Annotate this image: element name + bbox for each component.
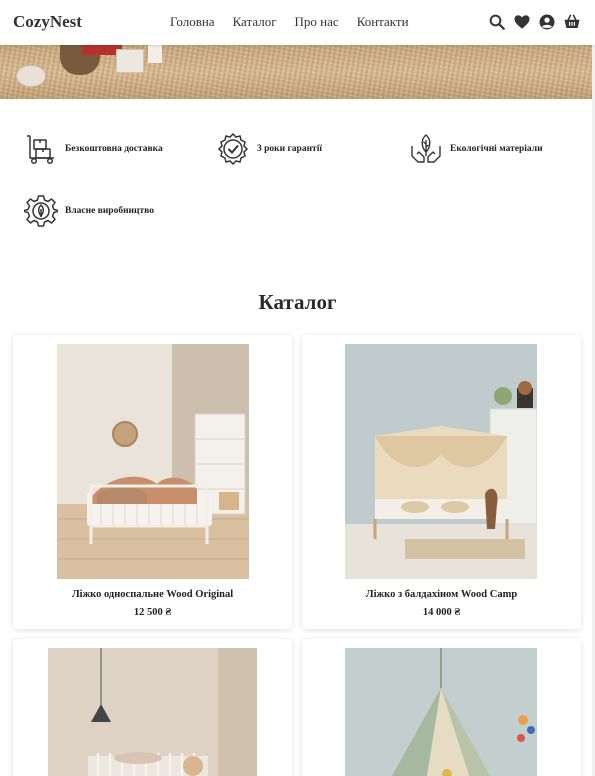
- product-name[interactable]: Ліжко з балдахіном Wood Camp: [302, 589, 581, 600]
- feature-warranty: 3 роки гарантії: [216, 132, 322, 166]
- product-name[interactable]: Ліжко односпальне Wood Original: [13, 589, 292, 600]
- product-price: 14 000 ₴: [422, 607, 461, 618]
- production-gear-icon: [24, 194, 58, 228]
- product-card[interactable]: [13, 639, 292, 776]
- features-section: Безкоштовна доставка 3 роки гарантії Еко…: [0, 130, 595, 240]
- basket-icon[interactable]: [563, 13, 581, 31]
- warranty-badge-icon: [216, 132, 250, 166]
- product-image[interactable]: [48, 648, 257, 776]
- main-nav: Головна Каталог Про нас Контакти: [170, 14, 409, 30]
- site-header: CozyNest Головна Каталог Про нас Контакт…: [0, 0, 595, 45]
- hero-toy-small: [148, 45, 162, 63]
- feature-eco: Екологічні матеріали: [409, 132, 543, 166]
- product-card[interactable]: [302, 639, 581, 776]
- product-image[interactable]: [345, 344, 537, 579]
- feature-delivery: Безкоштовна доставка: [24, 132, 163, 166]
- header-icons: [488, 13, 581, 31]
- feature-label: Безкоштовна доставка: [65, 144, 163, 154]
- product-image[interactable]: [345, 648, 537, 776]
- hero-toy-box: [116, 49, 144, 73]
- hero-toy-plate: [16, 65, 46, 87]
- hero-image: [0, 45, 595, 99]
- delivery-icon: [24, 132, 58, 166]
- user-icon[interactable]: [538, 13, 556, 31]
- feature-label: 3 роки гарантії: [257, 144, 322, 154]
- product-image[interactable]: [57, 344, 249, 579]
- product-price: 12 500 ₴: [133, 607, 172, 618]
- site-logo[interactable]: CozyNest: [13, 12, 82, 32]
- search-icon[interactable]: [488, 13, 506, 31]
- feature-label: Власне виробництво: [65, 206, 154, 216]
- product-card[interactable]: Ліжко з балдахіном Wood Camp 14 000 ₴: [302, 335, 581, 629]
- nav-link-about[interactable]: Про нас: [295, 14, 339, 30]
- nav-link-home[interactable]: Головна: [170, 14, 215, 30]
- catalog-title: Каталог: [258, 290, 337, 314]
- nav-link-contacts[interactable]: Контакти: [357, 14, 409, 30]
- feature-label: Екологічні матеріали: [450, 144, 543, 154]
- product-card[interactable]: Ліжко односпальне Wood Original 12 500 ₴: [13, 335, 292, 629]
- eco-hands-icon: [409, 132, 443, 166]
- feature-production: Власне виробництво: [24, 194, 154, 228]
- heart-icon[interactable]: [513, 13, 531, 31]
- nav-link-catalog[interactable]: Каталог: [233, 14, 277, 30]
